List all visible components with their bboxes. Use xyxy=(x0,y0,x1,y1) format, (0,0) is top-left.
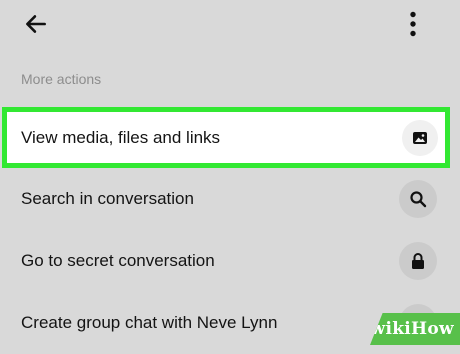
wikihow-watermark: wikiHow xyxy=(370,313,460,345)
action-label: Go to secret conversation xyxy=(21,251,215,270)
image-icon xyxy=(413,131,427,144)
action-label: Search in conversation xyxy=(21,189,194,208)
search-icon xyxy=(410,191,427,208)
watermark-text: wikiHow xyxy=(370,319,454,339)
top-bar xyxy=(0,0,460,48)
image-icon-button xyxy=(402,119,438,156)
vertical-dots-icon xyxy=(410,11,416,37)
section-title: More actions xyxy=(21,71,102,87)
action-secret-conversation[interactable]: Go to secret conversation xyxy=(0,230,460,292)
lock-icon xyxy=(412,253,424,269)
action-label: View media, files and links xyxy=(21,127,221,147)
action-search-conversation[interactable]: Search in conversation xyxy=(0,168,460,230)
lock-icon-button xyxy=(399,242,437,280)
action-label: Create group chat with Neve Lynn xyxy=(21,313,278,332)
arrow-left-icon xyxy=(26,15,46,33)
back-button[interactable] xyxy=(18,6,54,42)
action-view-media[interactable]: View media, files and links xyxy=(2,107,450,168)
search-icon-button xyxy=(399,180,437,218)
more-options-button[interactable] xyxy=(398,6,428,42)
